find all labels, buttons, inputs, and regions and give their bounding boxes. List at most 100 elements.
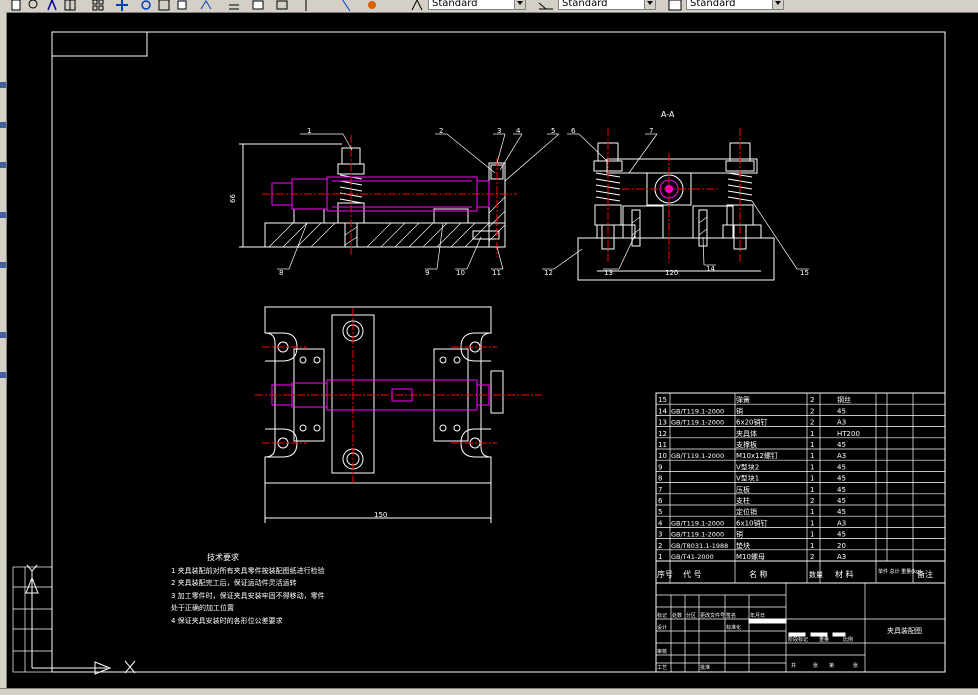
chevron-down-icon[interactable] bbox=[772, 0, 783, 9]
tb-std-label: 标准化 bbox=[726, 624, 741, 631]
rotate-icon[interactable] bbox=[140, 0, 152, 10]
tb-sheet-no: 第 bbox=[829, 662, 834, 669]
part-material: 钢丝 bbox=[837, 395, 851, 404]
part-qty: 2 bbox=[810, 419, 814, 427]
callout-3: 3 bbox=[497, 127, 501, 135]
callout-13: 13 bbox=[604, 269, 613, 277]
mirror-icon[interactable] bbox=[200, 0, 212, 10]
part-qty: 1 bbox=[810, 452, 814, 460]
tool-icon[interactable] bbox=[0, 262, 6, 268]
tech-item-4: 处于正确的加工位置 bbox=[171, 603, 234, 612]
ucs-icon bbox=[25, 564, 136, 675]
leader-lines bbox=[277, 133, 809, 270]
zoom-icon[interactable] bbox=[28, 0, 40, 9]
part-no: 13 bbox=[658, 419, 667, 427]
tool-icon[interactable] bbox=[0, 162, 6, 168]
pick-icon[interactable] bbox=[340, 0, 352, 12]
tech-item-2: 2 夹具装配完工后，保证运动件灵活运转 bbox=[171, 578, 297, 587]
tb-process-label: 工艺 bbox=[657, 665, 667, 671]
tool-icon[interactable] bbox=[0, 212, 6, 218]
section-view bbox=[577, 128, 775, 281]
rectangle-icon[interactable] bbox=[252, 0, 264, 10]
polygon-icon[interactable] bbox=[276, 0, 288, 10]
table-style-value: Standard bbox=[690, 0, 736, 9]
part-material: A3 bbox=[837, 419, 846, 427]
tb-scale-label: 比例 bbox=[843, 636, 853, 643]
part-code: GB/T119.1-2000 bbox=[671, 531, 724, 539]
part-material: HT200 bbox=[837, 430, 860, 438]
header-weight: 单件 总计 重量(kg) bbox=[878, 568, 921, 575]
part-no: 15 bbox=[658, 396, 667, 404]
table-style-select[interactable]: Standard bbox=[686, 0, 784, 10]
part-name: M10x12螺钉 bbox=[736, 451, 778, 460]
part-name: 夹具体 bbox=[736, 429, 757, 438]
tb-row-label-5: 签名 bbox=[726, 612, 736, 619]
part-qty: 1 bbox=[810, 531, 814, 539]
tech-item-3: 3 加工零件时，保证夹具安装牢固不得移动，零件 bbox=[171, 591, 325, 600]
dim-style-value: Standard bbox=[562, 0, 608, 9]
cad-drawing[interactable]: 1 2 3 4 5 6 7 8 9 10 11 12 13 14 15 A-A … bbox=[7, 13, 978, 688]
callout-5: 5 bbox=[551, 127, 555, 135]
dim-style-icon[interactable] bbox=[538, 0, 553, 10]
line-icon[interactable] bbox=[300, 0, 312, 11]
tool-icon[interactable] bbox=[0, 82, 6, 88]
part-material: 45 bbox=[837, 407, 846, 415]
part-material: 45 bbox=[837, 497, 846, 505]
part-qty: 1 bbox=[810, 441, 814, 449]
tb-row-label-2: 处数 bbox=[672, 612, 682, 619]
part-name: 定位销 bbox=[736, 507, 757, 516]
text-style-select[interactable]: Standard bbox=[428, 0, 526, 10]
text-icon[interactable] bbox=[46, 0, 58, 11]
callout-2: 2 bbox=[439, 127, 443, 135]
tech-item-5: 4 保证夹具安装时的各形位公差要求 bbox=[171, 616, 283, 625]
part-material: 45 bbox=[837, 475, 846, 483]
part-qty: 1 bbox=[810, 463, 814, 471]
stretch-icon[interactable] bbox=[176, 0, 188, 10]
part-material: 45 bbox=[837, 463, 846, 471]
callout-11: 11 bbox=[492, 269, 501, 277]
header-seq: 序号 bbox=[657, 569, 673, 579]
part-no: 7 bbox=[658, 486, 662, 494]
tool-icon[interactable] bbox=[0, 332, 6, 338]
part-material: 45 bbox=[837, 531, 846, 539]
part-no: 1 bbox=[658, 553, 662, 561]
dim-style-select[interactable]: Standard bbox=[558, 0, 656, 10]
table-icon[interactable] bbox=[92, 0, 104, 11]
part-qty: 2 bbox=[810, 497, 814, 505]
callout-10: 10 bbox=[456, 269, 465, 277]
part-name: 垫块 bbox=[736, 541, 750, 550]
table-style-icon[interactable] bbox=[668, 0, 682, 11]
grid-icon[interactable] bbox=[64, 0, 76, 11]
part-code: GB/T119.1-2000 bbox=[671, 519, 724, 527]
part-code: GB/T8031.1-1988 bbox=[671, 542, 728, 550]
part-name: M10螺母 bbox=[736, 552, 765, 561]
drawing-canvas[interactable]: 1 2 3 4 5 6 7 8 9 10 11 12 13 14 15 A-A … bbox=[7, 13, 978, 688]
move-icon[interactable] bbox=[116, 0, 128, 11]
plan-view bbox=[255, 306, 542, 523]
toolbar: Standard Standard Standard bbox=[0, 0, 978, 13]
tb-sheet-unit-2: 张 bbox=[853, 662, 858, 669]
new-icon[interactable] bbox=[10, 0, 22, 11]
array-icon[interactable] bbox=[228, 0, 240, 10]
part-qty: 2 bbox=[810, 396, 814, 404]
part-no: 9 bbox=[658, 463, 662, 471]
chevron-down-icon[interactable] bbox=[514, 0, 525, 9]
header-remark: 备注 bbox=[917, 569, 933, 579]
tech-item-1: 1 夹具装配前对所有夹具零件按装配图纸进行检验 bbox=[171, 566, 325, 575]
part-material: 20 bbox=[837, 542, 846, 550]
tb-row-label-6: 年月日 bbox=[750, 612, 765, 619]
part-no: 5 bbox=[658, 508, 662, 516]
tool-icon[interactable] bbox=[0, 372, 6, 378]
callout-4: 4 bbox=[516, 127, 521, 135]
part-no: 11 bbox=[658, 441, 667, 449]
part-name: 销 bbox=[736, 530, 743, 539]
text-style-icon[interactable] bbox=[410, 0, 423, 11]
part-code: GB/T119.1-2000 bbox=[671, 452, 724, 460]
scale-icon[interactable] bbox=[158, 0, 170, 11]
tool-icon[interactable] bbox=[0, 122, 6, 128]
explode-icon[interactable] bbox=[366, 0, 378, 9]
callout-14: 14 bbox=[706, 265, 715, 273]
part-material: 45 bbox=[837, 508, 846, 516]
chevron-down-icon[interactable] bbox=[644, 0, 655, 9]
section-label: A-A bbox=[661, 110, 675, 119]
